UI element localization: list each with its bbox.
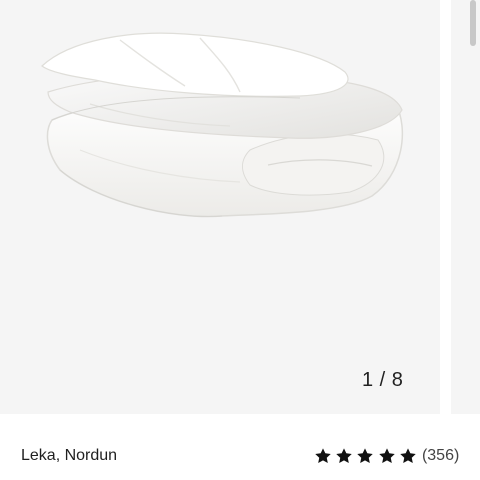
star-icon [336, 448, 352, 464]
product-rating[interactable]: (356) [314, 444, 459, 468]
image-counter: 1 / 8 [362, 369, 404, 391]
product-image[interactable] [0, 0, 440, 414]
star-icon [400, 448, 416, 464]
scrollbar-thumb[interactable] [470, 0, 476, 46]
review-count[interactable]: (356) [422, 444, 459, 468]
product-title: Leka, Nordun [21, 447, 118, 464]
product-image-gallery[interactable]: 1 / 8 [0, 0, 440, 414]
next-image-preview[interactable] [451, 0, 480, 414]
star-icon [315, 448, 331, 464]
star-icon [357, 448, 374, 464]
star-icon [378, 448, 395, 464]
